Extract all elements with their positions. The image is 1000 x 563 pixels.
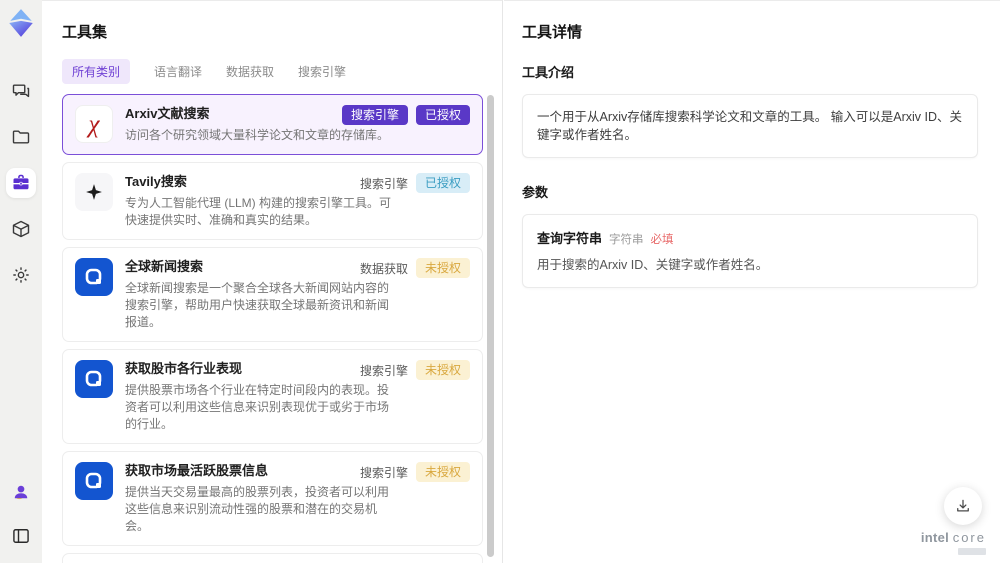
collapse-panel-icon [13, 529, 29, 543]
intel-badge-sub [958, 548, 986, 555]
user-avatar[interactable] [6, 477, 36, 507]
sidebar-item-tools[interactable] [6, 168, 36, 198]
params-heading: 参数 [522, 185, 549, 200]
sidebar-nav [6, 76, 36, 290]
cube-icon [12, 220, 30, 238]
tools-list-panel: 工具集 所有类别 语言翻译 数据获取 搜索引擎 χ Arxiv文献搜索 访问各个… [42, 0, 503, 563]
tool-card-regional-news[interactable]: 万维地区新闻查询 查询具体行政区划内的新闻，快速了解各地新闻动态 搜索引擎 未授… [62, 553, 483, 563]
avatar-icon [14, 485, 28, 500]
tool-card-stock-sector[interactable]: 获取股市各行业表现 提供股票市场各个行业在特定时间段内的表现。投资者可以利用这些… [62, 349, 483, 444]
core-brand-text: core [952, 530, 986, 545]
tool-description: 专为人工智能代理 (LLM) 构建的搜索引擎工具。可快速提供实时、准确和真实的结… [125, 196, 392, 227]
tool-description: 全球新闻搜索是一个聚合全球各大新闻网站内容的搜索引擎，帮助用户快速获取全球最新资… [125, 281, 390, 329]
active-stock-icon [75, 462, 113, 500]
param-required-badge: 必填 [650, 234, 674, 246]
briefcase-icon [13, 174, 29, 190]
tool-card-arxiv[interactable]: χ Arxiv文献搜索 访问各个研究领域大量科学论文和文章的存储库。 搜索引擎 … [62, 94, 483, 155]
news-search-icon [75, 258, 113, 296]
tool-detail-panel: 工具详情 工具介绍 一个用于从Arxiv存储库搜索科学论文和文章的工具。 输入可… [504, 0, 1000, 563]
download-icon [957, 499, 969, 512]
intro-heading: 工具介绍 [522, 65, 575, 80]
auth-status-badge: 未授权 [415, 462, 470, 482]
tool-description: 访问各个研究领域大量科学论文和文章的存储库。 [125, 128, 390, 142]
tool-intro-text: 一个用于从Arxiv存储库搜索科学论文和文章的工具。 输入可以是Arxiv ID… [537, 110, 963, 142]
tab-all-categories[interactable]: 所有类别 [62, 58, 131, 84]
folder-icon [12, 130, 30, 144]
tool-card-list: χ Arxiv文献搜索 访问各个研究领域大量科学论文和文章的存储库。 搜索引擎 … [62, 94, 483, 563]
chat-icon [12, 84, 30, 98]
page-title: 工具集 [62, 24, 108, 41]
sidebar-item-models[interactable] [6, 214, 36, 244]
category-label: 搜索引擎 [359, 363, 408, 378]
intel-core-logo: intel core [921, 531, 986, 555]
tool-description: 提供股票市场各个行业在特定时间段内的表现。投资者可以利用这些信息来识别表现优于或… [125, 383, 390, 431]
param-type: 字符串 [609, 234, 644, 246]
category-label: 数据获取 [359, 261, 408, 276]
category-label: 搜索引擎 [359, 176, 408, 191]
category-badge: 搜索引擎 [341, 105, 408, 125]
auth-status-badge: 已授权 [415, 173, 470, 193]
collapse-panel-button[interactable] [6, 521, 36, 551]
tab-search-engine[interactable]: 搜索引擎 [298, 59, 346, 84]
list-scrollbar[interactable] [487, 95, 494, 557]
category-tabs: 所有类别 语言翻译 数据获取 搜索引擎 [62, 58, 482, 84]
category-label: 搜索引擎 [359, 465, 408, 480]
gear-icon [13, 267, 29, 283]
param-name: 查询字符串 [537, 231, 603, 246]
param-description: 用于搜索的Arxiv ID、关键字或作者姓名。 [537, 258, 769, 272]
detail-panel-title: 工具详情 [522, 24, 583, 41]
sidebar-item-chat[interactable] [6, 76, 36, 106]
sidebar-bottom [6, 477, 36, 551]
sidebar-item-settings[interactable] [6, 260, 36, 290]
auth-status-badge: 未授权 [415, 360, 470, 380]
tab-language-translation[interactable]: 语言翻译 [154, 59, 202, 84]
auth-status-badge: 未授权 [415, 258, 470, 278]
tool-card-tavily[interactable]: Tavily搜索 专为人工智能代理 (LLM) 构建的搜索引擎工具。可快速提供实… [62, 162, 483, 240]
tab-data-acquisition[interactable]: 数据获取 [226, 59, 274, 84]
parameter-item: 查询字符串 字符串 必填 用于搜索的Arxiv ID、关键字或作者姓名。 [522, 214, 978, 288]
sidebar [0, 0, 42, 563]
app-window: 工具集 所有类别 语言翻译 数据获取 搜索引擎 χ Arxiv文献搜索 访问各个… [0, 0, 1000, 563]
tool-card-active-stock[interactable]: 获取市场最活跃股票信息 提供当天交易量最高的股票列表，投资者可以利用这些信息来识… [62, 451, 483, 546]
app-logo-icon [6, 8, 36, 38]
tool-card-global-news[interactable]: 全球新闻搜索 全球新闻搜索是一个聚合全球各大新闻网站内容的搜索引擎，帮助用户快速… [62, 247, 483, 342]
sidebar-item-files[interactable] [6, 122, 36, 152]
arxiv-icon: χ [75, 105, 113, 143]
tool-intro-box: 一个用于从Arxiv存储库搜索科学论文和文章的工具。 输入可以是Arxiv ID… [522, 94, 978, 158]
tool-description: 提供当天交易量最高的股票列表，投资者可以利用这些信息来识别流动性强的股票和潜在的… [125, 485, 390, 533]
download-button[interactable] [944, 487, 982, 525]
tavily-star-icon [75, 173, 113, 211]
intel-brand-text: intel [920, 530, 950, 545]
stock-sector-icon [75, 360, 113, 398]
auth-status-badge: 已授权 [415, 105, 470, 125]
